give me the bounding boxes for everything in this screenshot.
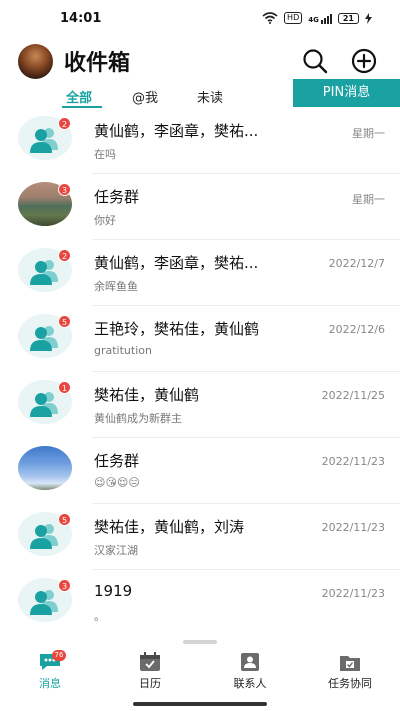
chat-name: 任务群 (94, 188, 140, 206)
tab-mentions[interactable]: @我 (132, 87, 158, 106)
user-avatar[interactable] (18, 44, 53, 79)
nav-label: 日历 (139, 677, 161, 690)
network-label: 4G (308, 15, 319, 24)
pin-messages-button[interactable]: PIN消息 (293, 79, 400, 107)
chat-date: 2022/12/6 (328, 323, 385, 336)
group-avatar: 5 (18, 314, 72, 358)
unread-badge: 5 (58, 315, 71, 328)
chat-list: 2 黄仙鹤，李函章，樊祐... 在吗 星期一 3 任务群 你好 星期一 2 黄仙… (0, 108, 400, 628)
home-indicator (133, 702, 267, 706)
unread-badge: 5 (58, 513, 71, 526)
status-bar: 14:01 HD 4G 21 (0, 0, 400, 38)
chat-preview: 黄仙鹤成为新群主 (94, 412, 182, 425)
nav-label: 消息 (39, 677, 61, 690)
app-header: 收件箱 (0, 38, 400, 84)
chat-preview: 你好 (94, 214, 116, 227)
chat-name: 1919 (94, 582, 133, 600)
charging-bolt-icon (365, 12, 372, 24)
unread-badge: 1 (58, 381, 71, 394)
chat-name: 黄仙鹤，李函章，樊祐... (94, 254, 259, 272)
unread-badge: 3 (58, 183, 71, 196)
battery-indicator: 21 (337, 12, 359, 24)
group-avatar: 3 (18, 578, 72, 622)
group-avatar: 2 (18, 116, 72, 160)
chat-preview: 😉😘😌😑 (94, 476, 140, 489)
chat-list-item[interactable]: 5 樊祐佳，黄仙鹤，刘涛 汉家江湖 2022/11/23 (0, 504, 400, 570)
status-time: 14:01 (60, 11, 102, 26)
nav-contacts[interactable]: 联系人 (200, 648, 300, 696)
group-avatar: 5 (18, 512, 72, 556)
chat-name: 樊祐佳，黄仙鹤 (94, 386, 200, 404)
signal-icon: 4G (308, 13, 332, 24)
sheet-handle[interactable] (183, 640, 217, 644)
chat-name: 樊祐佳，黄仙鹤，刘涛 (94, 518, 245, 536)
status-icons: HD 4G 21 (262, 12, 372, 24)
page-title: 收件箱 (64, 51, 131, 76)
unread-badge: 2 (58, 249, 71, 262)
chat-list-item[interactable]: 3 任务群 你好 星期一 (0, 174, 400, 240)
chat-avatar: 3 (18, 182, 72, 226)
contacts-icon (241, 653, 259, 671)
calendar-icon (140, 652, 160, 671)
chat-list-item[interactable]: 任务群 😉😘😌😑 2022/11/23 (0, 438, 400, 504)
chat-date: 2022/11/23 (321, 521, 385, 534)
chat-preview: gratitution (94, 344, 152, 357)
sky-photo (18, 446, 72, 490)
nav-label: 任务协同 (328, 677, 372, 690)
chat-avatar (18, 446, 72, 490)
chat-name: 任务群 (94, 452, 140, 470)
chat-date: 2022/11/23 (321, 587, 385, 600)
task-folder-icon (340, 656, 360, 671)
unread-badge: 2 (58, 117, 71, 130)
chat-preview: 余晖鱼鱼 (94, 280, 138, 293)
chat-list-item[interactable]: 2 黄仙鹤，李函章，樊祐... 余晖鱼鱼 2022/12/7 (0, 240, 400, 306)
group-avatar: 1 (18, 380, 72, 424)
tab-unread[interactable]: 未读 (197, 87, 223, 106)
chat-list-item[interactable]: 3 1919 。 2022/11/23 (0, 570, 400, 628)
nav-calendar[interactable]: 日历 (100, 648, 200, 696)
chat-date: 2022/11/25 (321, 389, 385, 402)
chat-name: 黄仙鹤，李函章，樊祐... (94, 122, 259, 140)
chat-list-item[interactable]: 5 王艳玲，樊祐佳，黄仙鹤 gratitution 2022/12/6 (0, 306, 400, 372)
chat-preview: 在吗 (94, 148, 116, 161)
plus-circle-icon[interactable] (349, 46, 379, 76)
chat-date: 2022/11/23 (321, 455, 385, 468)
chat-preview: 。 (94, 610, 105, 623)
search-icon[interactable] (300, 46, 330, 76)
hd-indicator: HD (284, 12, 303, 24)
nav-tasks[interactable]: 任务协同 (300, 648, 400, 696)
nav-label: 联系人 (233, 677, 267, 690)
chat-date: 星期一 (352, 127, 385, 140)
chat-name: 王艳玲，樊祐佳，黄仙鹤 (94, 320, 260, 338)
unread-badge: 3 (58, 579, 71, 592)
messages-badge: 76 (52, 650, 66, 661)
chat-date: 星期一 (352, 193, 385, 206)
chat-date: 2022/12/7 (328, 257, 385, 270)
group-avatar: 2 (18, 248, 72, 292)
tab-all[interactable]: 全部 (66, 87, 92, 106)
wifi-icon (262, 12, 278, 24)
chat-list-item[interactable]: 1 樊祐佳，黄仙鹤 黄仙鹤成为新群主 2022/11/25 (0, 372, 400, 438)
nav-messages[interactable]: 76 消息 (0, 648, 100, 696)
chat-list-item[interactable]: 2 黄仙鹤，李函章，樊祐... 在吗 星期一 (0, 108, 400, 174)
chat-preview: 汉家江湖 (94, 544, 138, 557)
